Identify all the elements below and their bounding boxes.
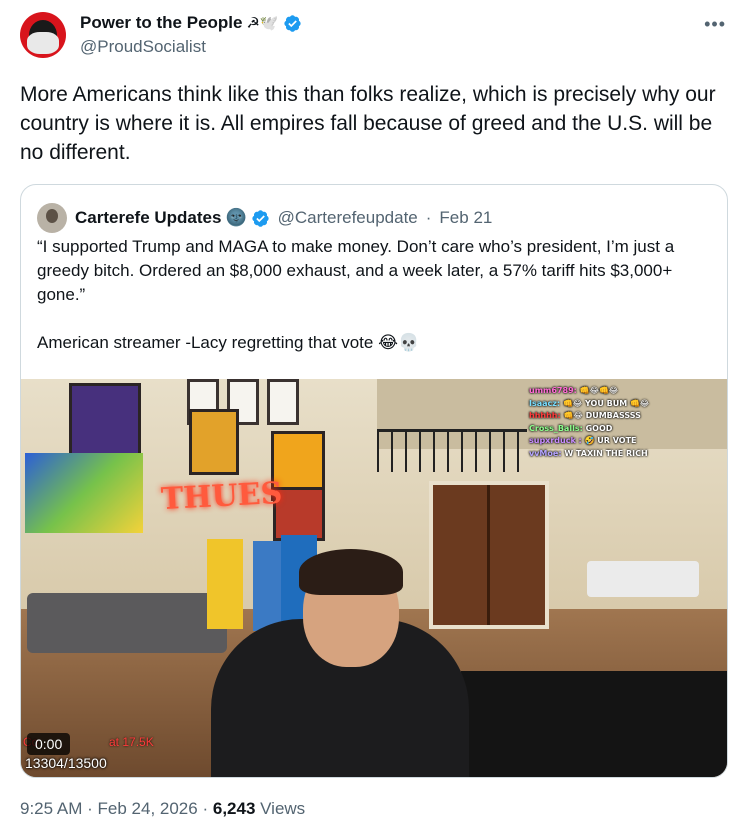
- views-count: 6,243: [212, 799, 256, 818]
- video-scene-railing: [377, 429, 527, 472]
- chat-line: supxrduck : 🤣 UR VOTE: [529, 436, 637, 445]
- quote-text-paragraph-2: American streamer -Lacy regretting that …: [37, 333, 420, 352]
- tweet-text: More Americans think like this than folk…: [20, 83, 716, 164]
- author-display-name[interactable]: Power to the People: [80, 13, 242, 33]
- author-name-row: Power to the People ☭🕊️: [80, 13, 302, 33]
- tweet-meta: 9:25 AM · Feb 24, 2026 · 6,243 Views: [20, 799, 305, 819]
- video-scene-doors: [429, 481, 549, 629]
- author-avatar[interactable]: [20, 12, 66, 58]
- video-sub-counter: 13304/13500: [25, 755, 107, 771]
- video-chat-overlay: umm6789: 👊😂👊😂 Isaacz: 👊😂 YOU BUM 👊😂 hhhh…: [529, 385, 719, 460]
- verified-badge-icon: [283, 14, 301, 32]
- author-handle[interactable]: @ProudSocialist: [80, 37, 206, 57]
- video-scene-rug: [461, 671, 727, 777]
- quoted-tweet-card[interactable]: Carterefe Updates 🌚 @Carterefeupdate · F…: [20, 184, 728, 778]
- chat-line: hhhhh: 👊😂 DUMBASSSS: [529, 411, 641, 420]
- video-streamer-hair: [299, 549, 403, 595]
- quote-text: “I supported Trump and MAGA to make mone…: [37, 235, 713, 355]
- quote-display-name[interactable]: Carterefe Updates: [75, 208, 221, 228]
- quote-header: Carterefe Updates 🌚 @Carterefeupdate · F…: [37, 203, 492, 233]
- video-timestamp: 0:00: [27, 733, 71, 755]
- chat-line: umm6789: 👊😂👊😂: [529, 386, 619, 395]
- chat-line: Isaacz: 👊😂 YOU BUM 👊😂: [529, 398, 650, 408]
- video-scene-shelf: [207, 539, 243, 629]
- quote-name-emoji: 🌚: [225, 208, 247, 227]
- video-neon-sign: THUES: [160, 475, 284, 518]
- video-scene-jersey-frame: [69, 383, 141, 459]
- meta-separator: ·: [202, 799, 209, 818]
- quote-verified-badge-icon: [252, 209, 269, 227]
- avatar-beard: [27, 32, 59, 54]
- quote-text-paragraph-1: “I supported Trump and MAGA to make mone…: [37, 237, 675, 304]
- video-scene-window: [267, 379, 299, 425]
- views-label: Views: [260, 799, 306, 818]
- video-scene-table: [587, 561, 699, 597]
- tweet-time[interactable]: 9:25 AM: [20, 799, 82, 818]
- quote-handle[interactable]: @Carterefeupdate: [278, 208, 418, 228]
- chat-line: Cross_Balls: GOOD: [529, 423, 613, 433]
- video-goal-text: at 17.5K: [109, 735, 154, 749]
- quote-date-separator: ·: [425, 208, 432, 227]
- chat-line: vvMoe: W TAXIN THE RICH: [529, 448, 648, 458]
- quote-video-player[interactable]: THUES umm6789: 👊😂👊😂 Isaacz: 👊😂 YOU BUM 👊…: [21, 379, 727, 777]
- meta-separator: ·: [87, 799, 93, 818]
- quote-date[interactable]: Feb 21: [439, 208, 492, 228]
- video-scene-sofa: [27, 593, 227, 653]
- video-scene-jersey-frame: [189, 409, 239, 475]
- tweet-date[interactable]: Feb 24, 2026: [98, 799, 198, 818]
- quote-author-avatar[interactable]: [37, 203, 67, 233]
- video-scene-painting: [25, 453, 143, 533]
- author-name-emojis: ☭🕊️: [246, 15, 279, 32]
- more-options-icon[interactable]: •••: [704, 14, 726, 35]
